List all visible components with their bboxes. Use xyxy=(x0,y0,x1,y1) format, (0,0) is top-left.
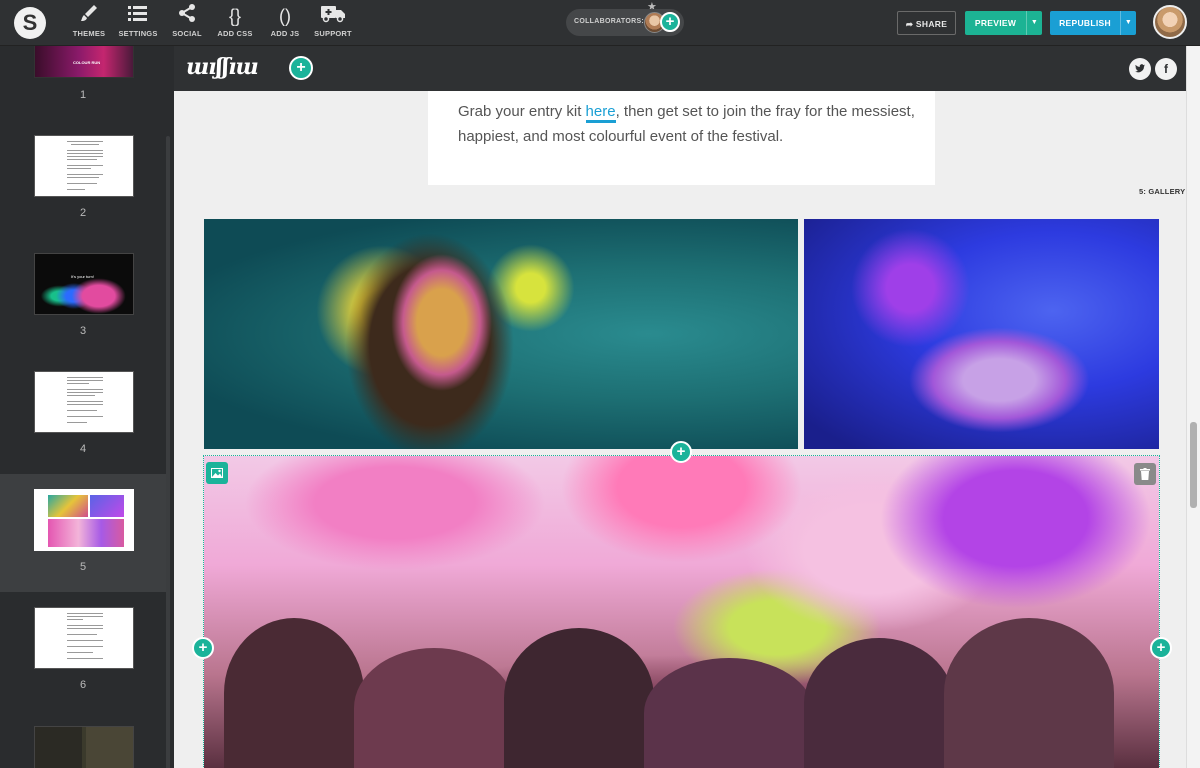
top-toolbar: S THEMES SETTINGS SOCIAL {} ADD CSS () A… xyxy=(0,0,1200,46)
parentheses-icon: () xyxy=(279,6,291,26)
republish-button[interactable]: REPUBLISH ▼ xyxy=(1050,11,1136,35)
themes-button[interactable]: THEMES xyxy=(68,3,110,43)
add-left-image-button[interactable]: + xyxy=(192,637,214,659)
ambulance-icon xyxy=(312,3,354,29)
collaborators-label: COLLABORATORS: xyxy=(574,18,645,25)
share-button[interactable]: ➦ SHARE xyxy=(897,11,956,35)
republish-label: REPUBLISH xyxy=(1059,18,1111,28)
site-logo[interactable]: ɯıʃʃıɯ xyxy=(186,54,259,80)
slide-thumbnail[interactable]: It's your turn! xyxy=(34,253,134,315)
support-button[interactable]: SUPPORT xyxy=(312,3,354,43)
paragraph-text[interactable]: Grab your entry kit here, then get set t… xyxy=(458,99,928,149)
settings-label: SETTINGS xyxy=(118,29,158,38)
slide-number: 2 xyxy=(79,207,87,219)
image-icon[interactable] xyxy=(206,462,228,484)
slide-number: 5 xyxy=(79,561,87,573)
slides-sidebar: COLOUR RUN 1 2 It's your turn! 3 4 5 6 xyxy=(0,46,174,768)
site-header: ɯıʃʃıɯ + f xyxy=(174,46,1186,91)
trash-icon[interactable] xyxy=(1134,463,1156,485)
share-icon xyxy=(168,3,206,29)
add-row-button[interactable]: + xyxy=(670,441,692,463)
facebook-icon[interactable]: f xyxy=(1155,58,1177,80)
slide-thumbnail[interactable] xyxy=(34,726,134,768)
page-scrollbar[interactable] xyxy=(1186,46,1200,768)
slide-number: 4 xyxy=(79,443,87,455)
shorthand-logo[interactable]: S xyxy=(14,7,46,39)
add-right-image-button[interactable]: + xyxy=(1150,637,1172,659)
add-js-label: ADD JS xyxy=(270,29,300,38)
slide-item-2[interactable]: 2 xyxy=(0,106,166,224)
slide-thumbnail[interactable] xyxy=(34,607,134,669)
preview-dropdown-icon[interactable]: ▼ xyxy=(1026,11,1042,35)
add-css-button[interactable]: {} ADD CSS xyxy=(214,3,256,43)
slide-item-5[interactable]: 5 xyxy=(0,474,166,592)
social-label: SOCIAL xyxy=(172,29,202,38)
list-icon xyxy=(116,3,160,29)
scrollbar-thumb[interactable] xyxy=(1190,422,1197,508)
share-label: SHARE xyxy=(915,19,948,29)
text-section[interactable]: Grab your entry kit here, then get set t… xyxy=(428,91,935,185)
add-header-item-button[interactable]: + xyxy=(289,56,313,80)
slide-thumbnail[interactable] xyxy=(34,135,134,197)
preview-label: PREVIEW xyxy=(974,18,1017,28)
slide-number: 6 xyxy=(79,679,87,691)
thumbnail-title: It's your turn! xyxy=(71,274,94,279)
brush-icon xyxy=(68,3,110,29)
share-arrow-icon: ➦ xyxy=(905,19,916,29)
republish-dropdown-icon[interactable]: ▼ xyxy=(1120,11,1136,35)
preview-button[interactable]: PREVIEW ▼ xyxy=(965,11,1042,35)
slide-item-1[interactable]: COLOUR RUN 1 xyxy=(0,46,166,106)
gallery-image-hand-purple-powder[interactable] xyxy=(804,219,1159,449)
thumbnail-title: COLOUR RUN xyxy=(73,60,101,65)
support-label: SUPPORT xyxy=(314,29,352,38)
add-js-button[interactable]: () ADD JS xyxy=(266,3,304,43)
sidebar-scrollbar[interactable] xyxy=(166,136,170,768)
add-css-label: ADD CSS xyxy=(217,29,253,38)
slide-number: 3 xyxy=(79,325,87,337)
collaborators-box: COLLABORATORS: + xyxy=(566,9,684,36)
gallery-image-girl-colour-powder[interactable] xyxy=(204,219,798,449)
section-label: 5: GALLERY xyxy=(1139,187,1186,196)
slide-thumbnail[interactable] xyxy=(34,371,134,433)
slide-thumbnail[interactable]: COLOUR RUN xyxy=(34,46,134,78)
slide-item-6[interactable]: 6 xyxy=(0,578,166,696)
slide-item-7[interactable] xyxy=(0,696,166,768)
braces-icon: {} xyxy=(228,6,242,26)
slide-item-4[interactable]: 4 xyxy=(0,342,166,460)
slide-item-3[interactable]: It's your turn! 3 xyxy=(0,224,166,342)
gallery-image-crowd[interactable] xyxy=(203,455,1160,768)
add-collaborator-button[interactable]: + xyxy=(660,12,680,32)
entry-kit-link[interactable]: here xyxy=(585,103,616,123)
twitter-icon[interactable] xyxy=(1129,58,1151,80)
social-button[interactable]: SOCIAL xyxy=(168,3,206,43)
themes-label: THEMES xyxy=(72,29,106,38)
slide-thumbnail[interactable] xyxy=(34,489,134,551)
settings-button[interactable]: SETTINGS xyxy=(116,3,160,43)
user-avatar[interactable] xyxy=(1153,5,1187,39)
slide-number: 1 xyxy=(79,89,87,101)
